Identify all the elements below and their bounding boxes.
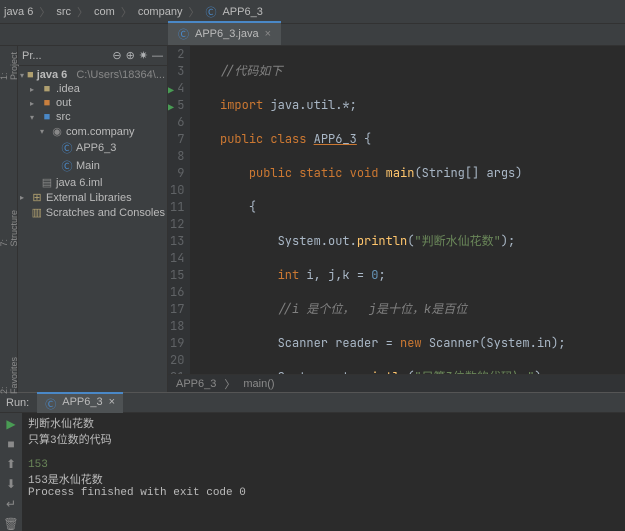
tree-scratches[interactable]: ▥Scratches and Consoles [18, 205, 167, 220]
left-tool-rail: 1: Project 7: Structure 2: Favorites [0, 46, 18, 392]
tree-class[interactable]: ⒸAPP6_3 [18, 139, 167, 157]
crumb[interactable]: java 6 [4, 6, 33, 18]
run-toolbar: ▶ ■ ⬆ ⬇ ↵ 🗑 [0, 413, 22, 531]
tree-package[interactable]: ▾◉com.company [18, 124, 167, 139]
up-icon[interactable]: ⬆ [6, 457, 16, 471]
crumb[interactable]: company [138, 6, 183, 18]
run-tool-window: Run: Ⓒ APP6_3 × ▶ ■ ⬆ ⬇ ↵ 🗑 判断水仙花数 只算3位数… [0, 392, 625, 500]
rail-project[interactable]: 1: Project [0, 52, 19, 80]
close-icon[interactable]: × [109, 396, 115, 412]
tree-external-libs[interactable]: ▸⊞External Libraries [18, 190, 167, 205]
run-tab[interactable]: Ⓒ APP6_3 × [37, 392, 123, 414]
editor-tabs: Ⓒ APP6_3.java × [0, 24, 625, 46]
crumb[interactable]: APP6_3 [222, 6, 262, 18]
code[interactable]: //代码如下 import java.util.*; public class … [190, 46, 625, 374]
project-tree: ▾■ java 6 C:\Users\18364\... ▸■.idea ▸■o… [18, 66, 167, 222]
class-icon: Ⓒ [205, 4, 216, 20]
crumb[interactable]: src [56, 6, 71, 18]
run-tabs: Run: Ⓒ APP6_3 × [0, 393, 625, 413]
gutter[interactable]: 234▶5▶6789101112131415161718192021 [168, 46, 190, 374]
project-tool-window: Pr... ⊖ ⊕ ✷ — ▾■ java 6 C:\Users\18364\.… [18, 46, 168, 392]
tree-folder[interactable]: ▸■.idea [18, 82, 167, 96]
tree-class[interactable]: ⒸMain [18, 157, 167, 175]
tree-root[interactable]: ▾■ java 6 C:\Users\18364\... [18, 68, 167, 82]
rerun-icon[interactable]: ▶ [6, 417, 15, 431]
rail-favorites[interactable]: 2: Favorites [0, 357, 19, 394]
tree-folder[interactable]: ▾■src [18, 110, 167, 124]
tab-label: APP6_3.java [195, 28, 259, 40]
run-label: Run: [6, 397, 29, 409]
tree-folder[interactable]: ▸■out [18, 96, 167, 110]
close-icon[interactable]: × [265, 28, 271, 40]
gear-icon[interactable]: ✷ [139, 49, 148, 62]
wrap-icon[interactable]: ↵ [6, 497, 16, 511]
stop-icon[interactable]: ■ [7, 437, 14, 451]
code-editor[interactable]: 234▶5▶6789101112131415161718192021 //代码如… [168, 46, 625, 374]
rail-structure[interactable]: 7: Structure [0, 210, 19, 247]
editor-breadcrumb: APP6_3 〉 main() [168, 374, 625, 392]
editor-tab[interactable]: Ⓒ APP6_3.java × [168, 21, 281, 45]
class-icon: Ⓒ [178, 26, 189, 42]
main-area: 1: Project 7: Structure 2: Favorites Pr.… [0, 46, 625, 392]
tree-file[interactable]: ▤java 6.iml [18, 175, 167, 190]
editor-area: 234▶5▶6789101112131415161718192021 //代码如… [168, 46, 625, 392]
class-icon: Ⓒ [45, 396, 56, 412]
collapse-icon[interactable]: ⊖ [112, 49, 121, 62]
expand-icon[interactable]: ⊕ [126, 49, 135, 62]
project-title: Pr... [22, 50, 42, 62]
breadcrumb-item[interactable]: main() [243, 378, 274, 390]
project-header: Pr... ⊖ ⊕ ✷ — [18, 46, 167, 66]
trash-icon[interactable]: 🗑 [3, 517, 18, 531]
down-icon[interactable]: ⬇ [6, 477, 16, 491]
hide-icon[interactable]: — [152, 50, 163, 62]
crumb[interactable]: com [94, 6, 115, 18]
navigation-bar: java 6〉 src〉 com〉 company〉 Ⓒ APP6_3 [0, 0, 625, 24]
console-output[interactable]: 判断水仙花数 只算3位数的代码 153 153是水仙花数 Process fin… [22, 413, 625, 531]
breadcrumb-item[interactable]: APP6_3 [176, 378, 216, 390]
